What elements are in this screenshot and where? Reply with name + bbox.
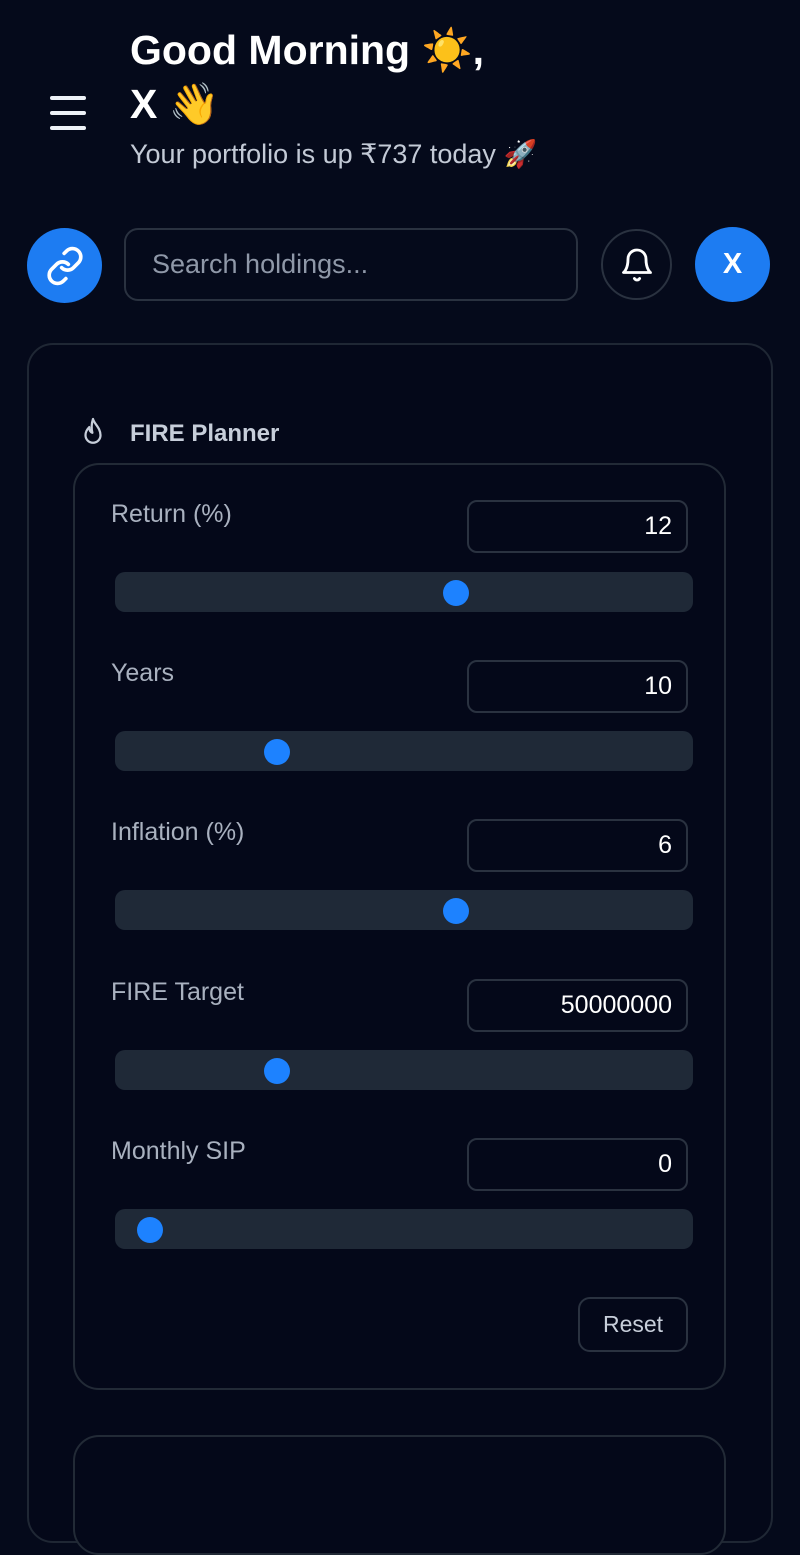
greeting-username: X 👋 xyxy=(130,80,220,128)
next-section-card xyxy=(73,1435,726,1555)
inflation-slider-thumb[interactable] xyxy=(443,898,470,924)
wave-icon: 👋 xyxy=(168,80,220,128)
years-input[interactable] xyxy=(467,660,688,713)
inflation-label: Inflation (%) xyxy=(111,818,245,846)
fire-target-slider[interactable] xyxy=(115,1050,693,1090)
menu-icon[interactable] xyxy=(50,96,86,130)
monthly-sip-slider[interactable] xyxy=(115,1209,693,1249)
return-label: Return (%) xyxy=(111,500,232,528)
return-slider[interactable] xyxy=(115,572,693,612)
rocket-icon: 🚀 xyxy=(503,139,538,170)
return-slider-thumb[interactable] xyxy=(443,580,470,606)
portfolio-summary: Your portfolio is up ₹737 today 🚀 xyxy=(130,139,538,170)
fire-target-label: FIRE Target xyxy=(111,978,244,1006)
monthly-sip-input[interactable] xyxy=(467,1138,688,1191)
fire-target-slider-thumb[interactable] xyxy=(263,1058,290,1084)
inflation-input[interactable] xyxy=(467,819,688,872)
link-button[interactable] xyxy=(27,228,102,303)
flame-icon xyxy=(84,417,102,444)
bell-icon xyxy=(621,248,652,281)
monthly-sip-label: Monthly SIP xyxy=(111,1137,246,1165)
fire-planner-header: FIRE Planner xyxy=(78,416,279,452)
fire-target-input[interactable] xyxy=(467,979,688,1032)
link-icon xyxy=(46,246,83,285)
search-input[interactable] xyxy=(124,228,578,301)
notifications-button[interactable] xyxy=(601,229,672,300)
avatar[interactable]: X xyxy=(695,227,770,302)
years-slider-thumb[interactable] xyxy=(263,739,290,765)
years-slider[interactable] xyxy=(115,731,693,771)
section-title: FIRE Planner xyxy=(130,420,280,447)
monthly-sip-slider-thumb[interactable] xyxy=(136,1217,163,1243)
sun-icon: ☀️ xyxy=(421,26,473,74)
return-input[interactable] xyxy=(467,500,688,553)
greeting-title: Good Morning ☀️, xyxy=(130,26,484,74)
reset-button[interactable]: Reset xyxy=(578,1297,688,1352)
years-label: Years xyxy=(111,659,175,687)
inflation-slider[interactable] xyxy=(115,890,693,930)
